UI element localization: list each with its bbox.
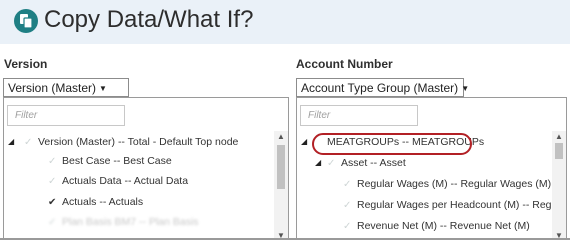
tree-item-label: Plan Basis BM7 -- Plan Basis [62, 216, 199, 228]
account-label: Account Number [296, 57, 393, 71]
expand-triangle-icon[interactable]: ◢ [8, 133, 14, 151]
check-icon[interactable]: ✔ [48, 194, 62, 212]
tree-row[interactable]: ✓ Best Case -- Best Case [48, 152, 172, 170]
check-icon[interactable]: ✓ [343, 197, 357, 215]
version-dropdown-value: Version (Master) [8, 81, 97, 95]
scroll-up-icon[interactable]: ▲ [277, 132, 285, 141]
check-icon[interactable]: ✓ [48, 214, 62, 232]
scroll-thumb[interactable] [555, 143, 563, 159]
tree-row[interactable]: ✓ Actuals Data -- Actual Data [48, 172, 188, 190]
version-tree-list: Filter ◢ ✓ Version (Master) -- Total - De… [3, 97, 289, 240]
scroll-thumb[interactable] [277, 145, 285, 189]
tree-row[interactable]: ✓ Regular Wages (M) -- Regular Wages (M) [343, 175, 551, 193]
tree-row[interactable]: ✔ Actuals -- Actuals [48, 193, 143, 211]
dialog-title: Copy Data/What If? [44, 6, 254, 33]
scroll-up-icon[interactable]: ▲ [555, 132, 563, 141]
check-icon[interactable]: ✓ [24, 134, 38, 152]
account-dropdown-value: Account Type Group (Master) [301, 81, 459, 95]
tree-row[interactable]: ✓ Revenue Net (M) -- Revenue Net (M) [343, 217, 530, 235]
highlight-annotation-oval [312, 133, 472, 155]
version-panel: Version Version (Master) ▼ Filter ◢ ✓ Vers… [0, 44, 289, 240]
tree-item-label: Revenue Net (M) -- Revenue Net (M) [357, 220, 530, 232]
version-label: Version [4, 57, 48, 71]
version-scrollbar[interactable]: ▲ ▼ [274, 131, 288, 240]
copy-data-icon [14, 9, 38, 33]
check-icon[interactable]: ✓ [48, 153, 62, 171]
expand-triangle-icon[interactable]: ◢ [315, 154, 321, 172]
account-filter-input[interactable]: Filter [300, 105, 418, 126]
tree-item-label: Actuals -- Actuals [62, 196, 144, 208]
tree-item-label: Regular Wages per Headcount (M) -- Regul… [357, 199, 567, 211]
version-dropdown[interactable]: Version (Master) ▼ [3, 78, 129, 97]
account-panel: Account Number Account Type Group (Maste… [289, 44, 570, 240]
check-icon[interactable]: ✓ [343, 176, 357, 194]
expand-triangle-icon[interactable]: ◢ [301, 133, 307, 151]
check-icon[interactable]: ✓ [327, 155, 341, 173]
tree-row[interactable]: ✓ Regular Wages per Headcount (M) -- Regu… [343, 196, 567, 215]
tree-item-label: Asset -- Asset [341, 157, 406, 169]
tree-row[interactable]: ✓ Plan Basis BM7 -- Plan Basis [48, 213, 199, 231]
caret-down-icon: ▼ [461, 84, 470, 93]
dialog-header: Copy Data/What If? [0, 0, 570, 45]
tree-item-label: Version (Master) -- Total - Default Top … [38, 136, 239, 148]
check-icon[interactable]: ✓ [48, 173, 62, 191]
tree-item-label: Actuals Data -- Actual Data [62, 175, 189, 187]
check-icon[interactable]: ✓ [343, 218, 357, 236]
tree-item-label: Regular Wages (M) -- Regular Wages (M) [357, 178, 552, 190]
account-dropdown[interactable]: Account Type Group (Master) ▼ [296, 78, 469, 97]
tree-item-label: Best Case -- Best Case [62, 155, 172, 167]
caret-down-icon: ▼ [99, 84, 107, 93]
account-scrollbar[interactable]: ▲ ▼ [552, 131, 566, 240]
account-tree-list: Filter ◢ MEATGROUPs -- MEATGROUPs ◢ ✓ Ass… [296, 97, 567, 240]
version-filter-input[interactable]: Filter [7, 105, 125, 126]
